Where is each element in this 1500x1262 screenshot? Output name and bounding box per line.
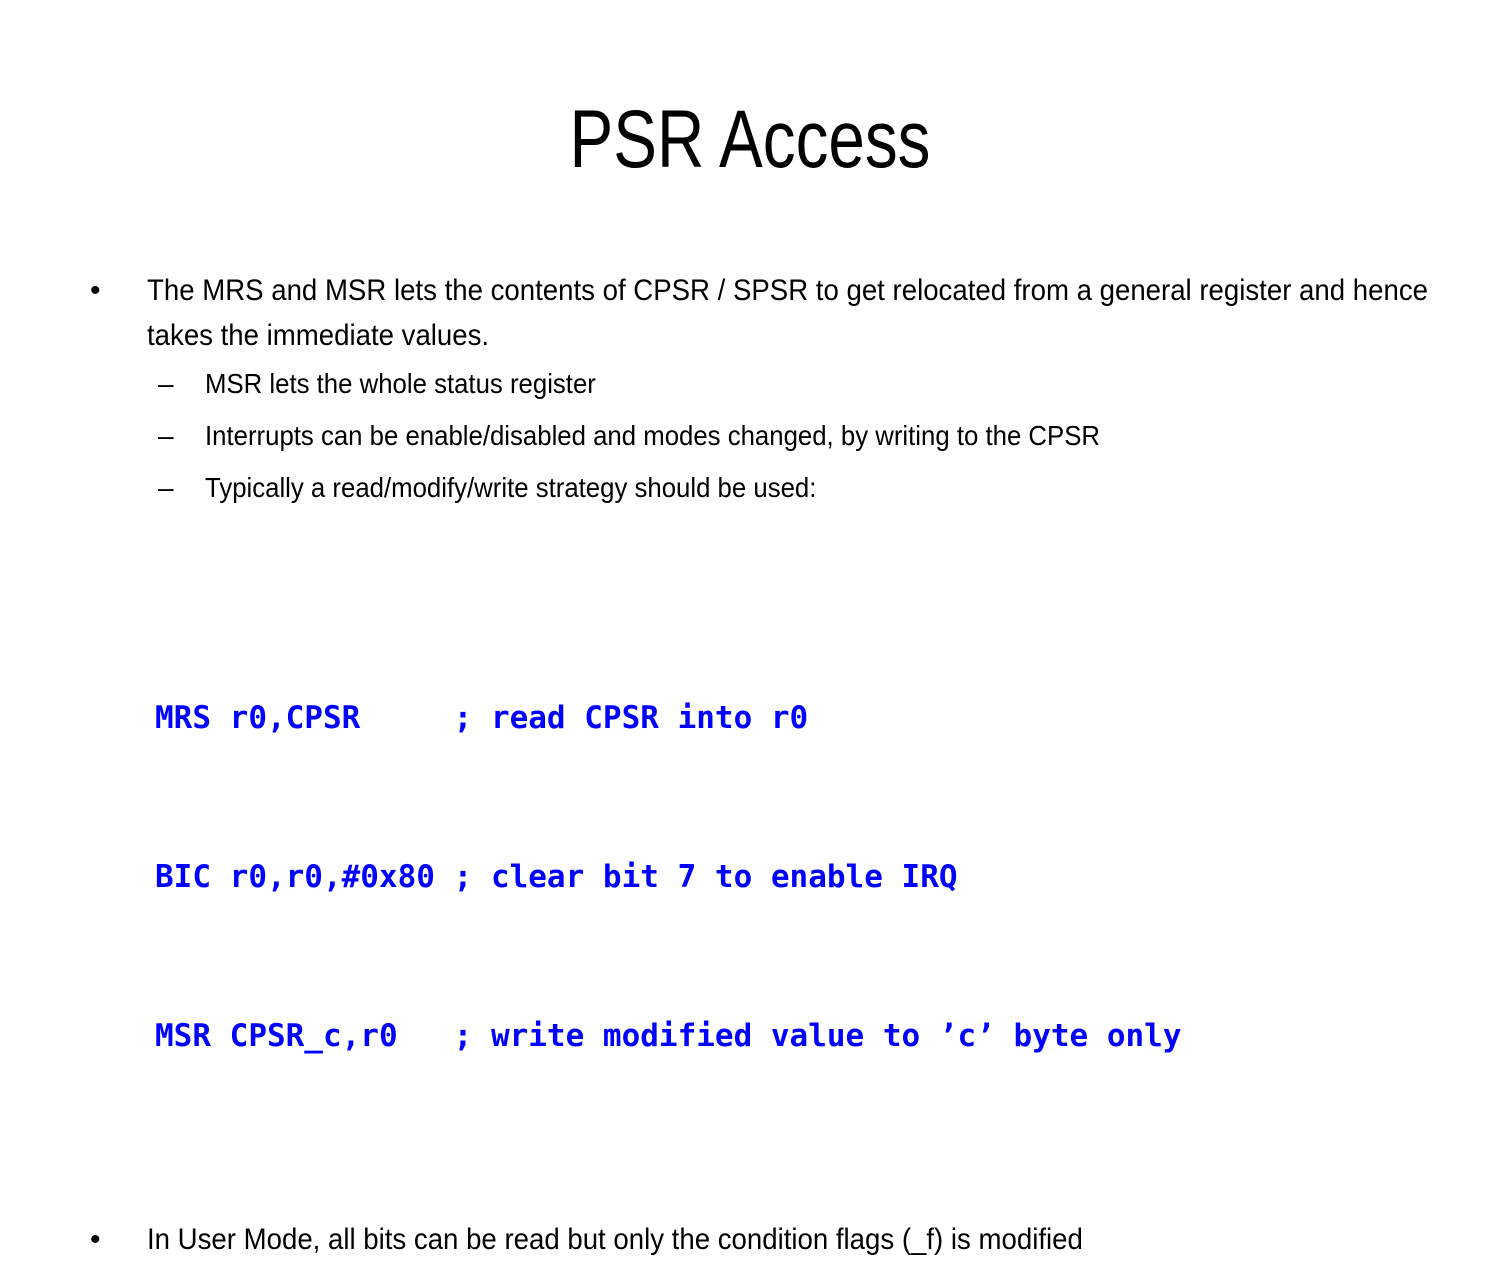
dash-icon: – [158, 472, 174, 503]
code-line-2: BIC r0,r0,#0x80 ; clear bit 7 to enable … [155, 859, 958, 895]
bullet-text-sub-3: Typically a read/modify/write strategy s… [205, 472, 817, 503]
slide: PSR Access • The MRS and MSR lets the co… [0, 0, 1500, 1256]
bullet-text-primary-1: The MRS and MSR lets the contents of CPS… [147, 274, 1428, 352]
bullet-item-sub-2: – Interrupts can be enable/disabled and … [80, 410, 1430, 462]
dash-icon: – [158, 368, 174, 399]
page-title: PSR Access [569, 94, 931, 185]
code-line-3: MSR CPSR_c,r0 ; write modified value to … [155, 1018, 1182, 1054]
bullet-text-sub-1: MSR lets the whole status register [205, 368, 596, 399]
bullet-item-sub-1: – MSR lets the whole status register [80, 358, 1430, 410]
slide-body: • The MRS and MSR lets the contents of C… [80, 268, 1430, 1262]
bullet-item-primary-1: • The MRS and MSR lets the contents of C… [80, 268, 1430, 358]
bullet-dot-icon: • [90, 274, 101, 307]
bullet-text-primary-2: In User Mode, all bits can be read but o… [147, 1223, 1083, 1256]
bullet-text-sub-2: Interrupts can be enable/disabled and mo… [205, 420, 1101, 451]
code-block: MRS r0,CPSR ; read CPSR into r0 BIC r0,r… [80, 586, 1430, 1169]
dash-icon: – [158, 420, 174, 451]
bullet-item-sub-3: – Typically a read/modify/write strategy… [80, 462, 1430, 514]
bullet-dot-icon: • [90, 1223, 101, 1256]
bullet-item-primary-2: • In User Mode, all bits can be read but… [80, 1217, 1430, 1262]
code-line-1: MRS r0,CPSR ; read CPSR into r0 [155, 700, 809, 736]
